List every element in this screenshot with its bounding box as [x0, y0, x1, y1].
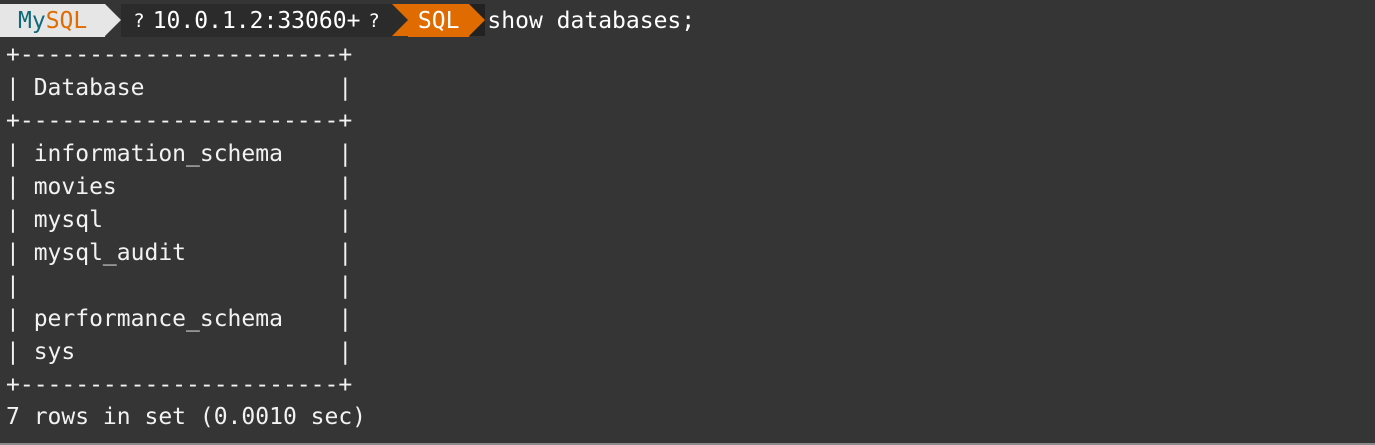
table-border-top: +-----------------------+	[6, 42, 353, 68]
prompt-language-segment: SQL	[407, 4, 470, 37]
table-row: | movies |	[6, 174, 353, 200]
prompt-mode-prefix: My	[18, 7, 46, 34]
table-border-bottom: +-----------------------+	[6, 372, 353, 398]
prompt-language: SQL	[417, 7, 460, 34]
table-row: | mysql |	[6, 207, 353, 233]
table-row: | |	[6, 273, 353, 299]
prompt-language-arrow	[469, 4, 486, 36]
table-row: | sys |	[6, 339, 353, 365]
shell-prompt: My SQL ? 10.0.1.2:33060+ ? SQL show datab…	[0, 4, 695, 37]
table-row: | performance_schema |	[6, 306, 353, 332]
terminal-window[interactable]: My SQL ? 10.0.1.2:33060+ ? SQL show datab…	[0, 0, 1375, 445]
command-input[interactable]: show databases;	[485, 4, 695, 37]
prompt-mode-segment: My SQL	[0, 4, 106, 37]
prompt-host-segment: ? 10.0.1.2:33060+ ?	[121, 4, 392, 37]
table-border-mid: +-----------------------+	[6, 108, 353, 134]
result-summary: 7 rows in set (0.0010 sec)	[6, 404, 367, 430]
prompt-host: 10.0.1.2:33060+	[152, 7, 361, 34]
table-row: | mysql_audit |	[6, 240, 353, 266]
table-row: | information_schema |	[6, 141, 353, 167]
prompt-mode-suffix: SQL	[45, 7, 88, 34]
connection-icon: ?	[133, 9, 145, 32]
table-header-row: | Database |	[6, 75, 353, 101]
prompt-separator-arrow	[105, 4, 122, 36]
command-text: show databases;	[487, 7, 696, 34]
schema-icon: ?	[368, 9, 380, 32]
prompt-chevron	[391, 4, 408, 36]
